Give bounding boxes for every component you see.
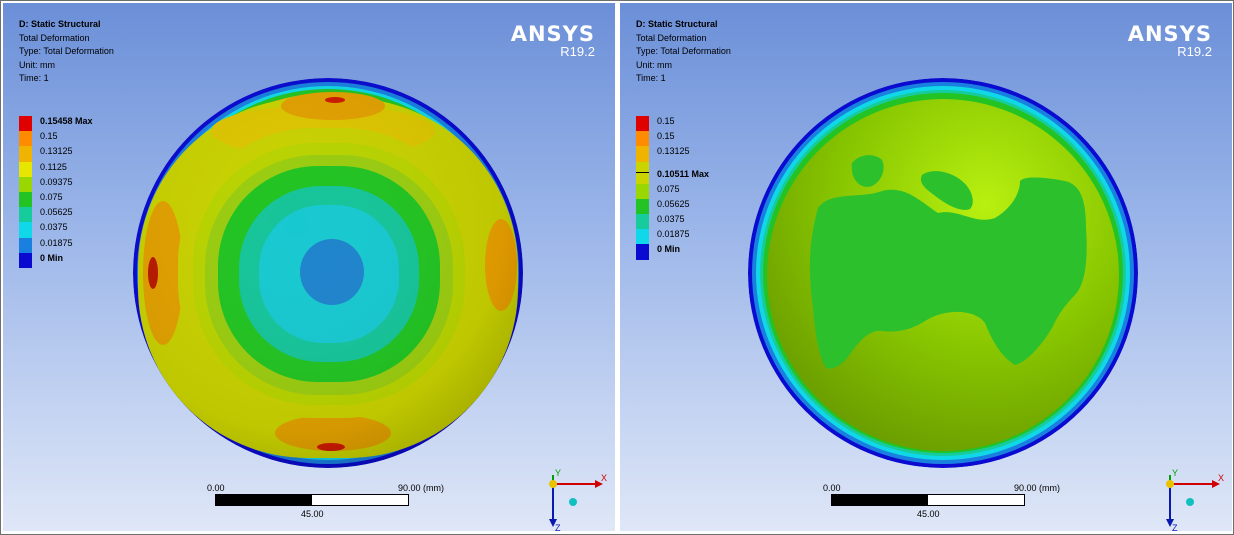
analysis-title: D: Static Structural bbox=[19, 19, 101, 29]
result-unit: Unit: mm bbox=[19, 59, 55, 70]
legend-label: 0 Min bbox=[657, 244, 681, 255]
legend-label: 0.15 bbox=[657, 116, 675, 126]
legend-swatch bbox=[19, 207, 32, 223]
graphics-viewport-right[interactable]: D: Static Structural Total Deformation T… bbox=[620, 3, 1232, 531]
legend-swatch bbox=[636, 198, 649, 214]
legend-label: 0.0375 bbox=[657, 213, 685, 224]
result-info-right: D: Static Structural Total Deformation T… bbox=[636, 18, 731, 86]
scale-end: 90.00 (mm) bbox=[1014, 483, 1061, 493]
legend-swatch bbox=[636, 229, 649, 245]
result-name: Total Deformation bbox=[636, 32, 707, 43]
legend-swatch bbox=[19, 161, 32, 177]
legend-label: 0.075 bbox=[40, 191, 63, 202]
triad-z-label: Z bbox=[1172, 523, 1178, 531]
ansys-logo: ANSYS R19.2 bbox=[1128, 23, 1212, 58]
legend-swatch bbox=[636, 183, 649, 199]
triad-x-label: X bbox=[601, 473, 607, 483]
legend-swatch bbox=[636, 244, 649, 260]
legend-label: 0.13125 bbox=[40, 146, 73, 157]
result-time: Time: 1 bbox=[636, 73, 666, 83]
result-type: Type: Total Deformation bbox=[19, 46, 114, 56]
legend-label: 0.15458 Max bbox=[40, 116, 93, 126]
scale-mid: 45.00 bbox=[301, 509, 324, 519]
legend-swatch bbox=[19, 222, 32, 238]
triad-x-label: X bbox=[1218, 473, 1224, 483]
legend-swatch bbox=[636, 161, 649, 184]
legend-swatch bbox=[636, 131, 649, 147]
legend-swatch bbox=[19, 116, 32, 132]
logo-text: ANSYS bbox=[1127, 22, 1212, 46]
analysis-title: D: Static Structural bbox=[636, 19, 718, 29]
legend-swatch bbox=[19, 237, 32, 253]
ansys-logo: ANSYS R19.2 bbox=[511, 23, 595, 58]
axis-triad-left[interactable]: X Y Z bbox=[543, 469, 615, 531]
triad-y-label: Y bbox=[1172, 469, 1178, 478]
result-info-left: D: Static Structural Total Deformation T… bbox=[19, 18, 114, 86]
graphics-viewport-left[interactable]: D: Static Structural Total Deformation T… bbox=[3, 3, 615, 531]
legend-swatch bbox=[19, 176, 32, 192]
legend-label: 0.15 bbox=[657, 131, 675, 142]
scale-start: 0.00 bbox=[207, 483, 225, 493]
legend-label: 0.15 bbox=[40, 131, 58, 142]
legend-label: 0.075 bbox=[657, 183, 680, 194]
legend-label: 0.09375 bbox=[40, 176, 73, 187]
result-unit: Unit: mm bbox=[636, 59, 672, 70]
legend-swatch bbox=[636, 213, 649, 230]
scale-end: 90.00 (mm) bbox=[398, 483, 445, 493]
legend-swatch bbox=[19, 252, 32, 268]
result-time: Time: 1 bbox=[19, 73, 49, 83]
version-text: R19.2 bbox=[1177, 44, 1212, 59]
legend-label: 0.05625 bbox=[40, 207, 73, 218]
legend-label: 0.10511 Max bbox=[657, 168, 710, 179]
legend-swatch bbox=[19, 146, 32, 162]
legend-label: 0.13125 bbox=[657, 146, 690, 157]
legend-swatch bbox=[19, 131, 32, 147]
legend-label: 0 Min bbox=[40, 252, 64, 263]
result-name: Total Deformation bbox=[19, 32, 90, 43]
version-text: R19.2 bbox=[560, 44, 595, 59]
legend-label: 0.01875 bbox=[657, 229, 690, 240]
results-window: D: Static Structural Total Deformation T… bbox=[0, 0, 1234, 535]
triad-z-label: Z bbox=[555, 523, 561, 531]
legend-label: 0.1125 bbox=[40, 161, 67, 172]
legend-swatch bbox=[636, 116, 649, 132]
legend-label: 0.0375 bbox=[40, 222, 68, 233]
axis-triad-right[interactable]: X Y Z bbox=[1160, 469, 1232, 531]
scale-ruler bbox=[215, 494, 409, 506]
legend-label: 0.05625 bbox=[657, 198, 690, 209]
scale-mid: 45.00 bbox=[917, 509, 940, 519]
scale-start: 0.00 bbox=[823, 483, 841, 493]
legend-label: 0.01875 bbox=[40, 237, 73, 248]
logo-text: ANSYS bbox=[510, 22, 595, 46]
legend-swatch bbox=[19, 191, 32, 208]
legend-swatch bbox=[636, 146, 649, 162]
scale-ruler bbox=[831, 494, 1025, 506]
result-type: Type: Total Deformation bbox=[636, 46, 731, 56]
triad-y-label: Y bbox=[555, 469, 561, 478]
